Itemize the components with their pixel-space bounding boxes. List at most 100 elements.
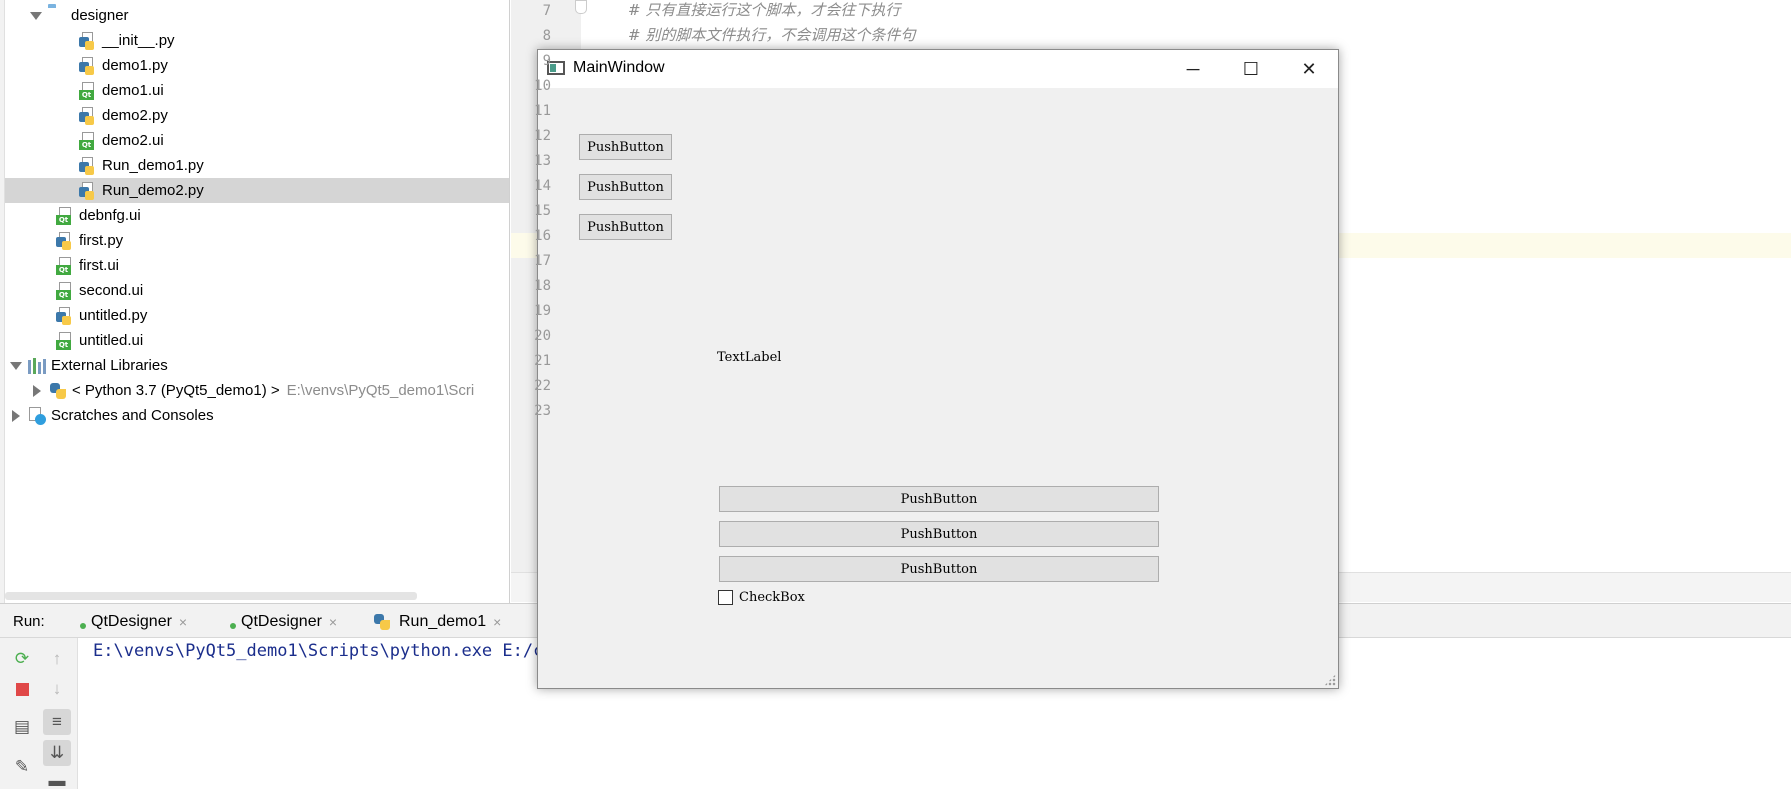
layout-icon[interactable]: ▤ xyxy=(8,714,36,740)
line-number-text: 9 xyxy=(542,53,551,69)
python-file-icon xyxy=(79,31,97,50)
tree-item-label: untitled.ui xyxy=(79,332,144,349)
expand-arrow-icon[interactable] xyxy=(30,10,42,22)
tree-item-demo2-ui[interactable]: Qt demo2.ui xyxy=(5,128,509,153)
horizontal-scrollbar[interactable] xyxy=(5,592,417,600)
tree-item-label: demo2.ui xyxy=(102,132,164,149)
expand-arrow-icon[interactable] xyxy=(10,360,22,372)
line-number: 12 xyxy=(527,125,1063,150)
line-number-text: 13 xyxy=(534,153,551,169)
tree-item-label: debnfg.ui xyxy=(79,207,141,224)
print-icon[interactable]: ▬ xyxy=(43,768,71,789)
python-icon xyxy=(373,613,391,631)
line-number: 14 xyxy=(527,175,1063,200)
maximize-button[interactable]: ☐ xyxy=(1222,50,1280,88)
tree-item-demo1-py[interactable]: demo1.py xyxy=(5,53,509,78)
python-file-icon xyxy=(79,156,97,175)
collapse-arrow-icon[interactable] xyxy=(31,385,43,397)
line-number-text: 20 xyxy=(534,328,551,344)
minimize-button[interactable]: ─ xyxy=(1164,50,1222,88)
folder-icon xyxy=(48,7,66,25)
tree-item-label: second.ui xyxy=(79,282,144,299)
tree-item-designer[interactable]: designer xyxy=(5,3,509,28)
rerun-icon[interactable]: ⟳ xyxy=(8,646,36,672)
qt-ui-file-icon: Qt xyxy=(56,331,74,350)
run-tab-label: Run_demo1 xyxy=(399,613,487,630)
tree-item-first-py[interactable]: first.py xyxy=(5,228,509,253)
run-tab-qtdesigner-2[interactable]: QtDesigner × xyxy=(230,610,337,634)
line-number: 21 xyxy=(527,350,1063,375)
tree-item-run-demo1-py[interactable]: Run_demo1.py xyxy=(5,153,509,178)
collapse-arrow-icon[interactable] xyxy=(10,410,22,422)
tree-item-untitled-ui[interactable]: Qt untitled.ui xyxy=(5,328,509,353)
console-line: E:\venvs\PyQt5_demo1\Scripts\python.exe … xyxy=(93,641,554,661)
line-number-text: 10 xyxy=(534,78,551,94)
qt-ui-file-icon: Qt xyxy=(79,131,97,150)
qt-ui-file-icon: Qt xyxy=(79,81,97,100)
tree-item-second-ui[interactable]: Qt second.ui xyxy=(5,278,509,303)
close-button[interactable]: ✕ xyxy=(1280,50,1338,88)
scratches-icon xyxy=(28,406,46,425)
tree-item-debnfg-ui[interactable]: Qt debnfg.ui xyxy=(5,203,509,228)
down-arrow-icon[interactable]: ↓ xyxy=(43,676,71,702)
line-number-text: 8 xyxy=(542,28,551,44)
pin-icon[interactable]: ✎ xyxy=(8,754,36,780)
line-number: 11 xyxy=(527,100,1063,125)
python-file-icon xyxy=(56,231,74,250)
line-number-text: 22 xyxy=(534,378,551,394)
line-number-text: 12 xyxy=(534,128,551,144)
line-number-text: 18 xyxy=(534,278,551,294)
scroll-to-end-icon[interactable]: ⇊ xyxy=(43,740,71,766)
running-dot-icon xyxy=(80,623,86,629)
line-number: 8 xyxy=(527,25,1063,50)
run-tab-qtdesigner-1[interactable]: QtDesigner × xyxy=(80,610,187,634)
tree-item-label: designer xyxy=(71,7,129,24)
checkbox-box[interactable] xyxy=(718,590,733,605)
tree-item-demo2-py[interactable]: demo2.py xyxy=(5,103,509,128)
tree-item-run-demo2-py[interactable]: Run_demo2.py xyxy=(5,178,509,203)
tree-item-label: untitled.py xyxy=(79,307,148,324)
close-icon[interactable]: × xyxy=(329,614,337,630)
tree-item-external-libraries[interactable]: External Libraries xyxy=(5,353,509,378)
line-number-text: 19 xyxy=(534,303,551,319)
resize-grip-icon[interactable] xyxy=(1324,674,1336,686)
push-button-wide-3[interactable]: PushButton xyxy=(719,556,1159,582)
python-file-icon xyxy=(79,106,97,125)
push-button-wide-2[interactable]: PushButton xyxy=(719,521,1159,547)
stop-icon[interactable] xyxy=(8,676,36,702)
line-number: 22 xyxy=(527,375,1063,400)
line-number-text: 23 xyxy=(534,403,551,419)
tree-item-first-ui[interactable]: Qt first.ui xyxy=(5,253,509,278)
line-number: 13 xyxy=(527,150,1063,175)
tree-item-label: < Python 3.7 (PyQt5_demo1) > xyxy=(72,382,280,399)
run-tab-run-demo1[interactable]: Run_demo1 × xyxy=(373,610,501,634)
tree-item-label: Run_demo2.py xyxy=(102,182,204,199)
tree-item-label: Scratches and Consoles xyxy=(51,407,214,424)
up-arrow-icon[interactable]: ↑ xyxy=(43,646,71,672)
tree-item-label: demo1.py xyxy=(102,57,168,74)
line-number: 7 xyxy=(527,0,1063,25)
python-file-icon xyxy=(79,56,97,75)
line-number: 20 xyxy=(527,325,1063,350)
close-icon[interactable]: × xyxy=(179,614,187,630)
tree-item-untitled-py[interactable]: untitled.py xyxy=(5,303,509,328)
line-number: 16 xyxy=(527,225,1063,250)
tree-item-label: first.ui xyxy=(79,257,120,274)
tree-item-label: demo1.ui xyxy=(102,82,164,99)
push-button-wide-1[interactable]: PushButton xyxy=(719,486,1159,512)
line-number: 15 xyxy=(527,200,1063,225)
line-number: 17 xyxy=(527,250,1063,275)
close-icon[interactable]: × xyxy=(493,614,501,630)
running-dot-icon xyxy=(230,623,236,629)
run-label: Run: xyxy=(13,613,45,630)
tree-item-python-sdk[interactable]: < Python 3.7 (PyQt5_demo1) > E:\venvs\Py… xyxy=(5,378,509,403)
checkbox[interactable]: CheckBox xyxy=(718,590,805,605)
tree-item-demo1-ui[interactable]: Qt demo1.ui xyxy=(5,78,509,103)
line-number: 19 xyxy=(527,300,1063,325)
line-number-text: 14 xyxy=(534,178,551,194)
tree-item-init-py[interactable]: __init__.py xyxy=(5,28,509,53)
soft-wrap-icon[interactable]: ≡ xyxy=(43,709,71,735)
tree-item-scratches[interactable]: Scratches and Consoles xyxy=(5,403,509,428)
library-icon xyxy=(28,357,46,374)
qt-ui-file-icon: Qt xyxy=(56,281,74,300)
